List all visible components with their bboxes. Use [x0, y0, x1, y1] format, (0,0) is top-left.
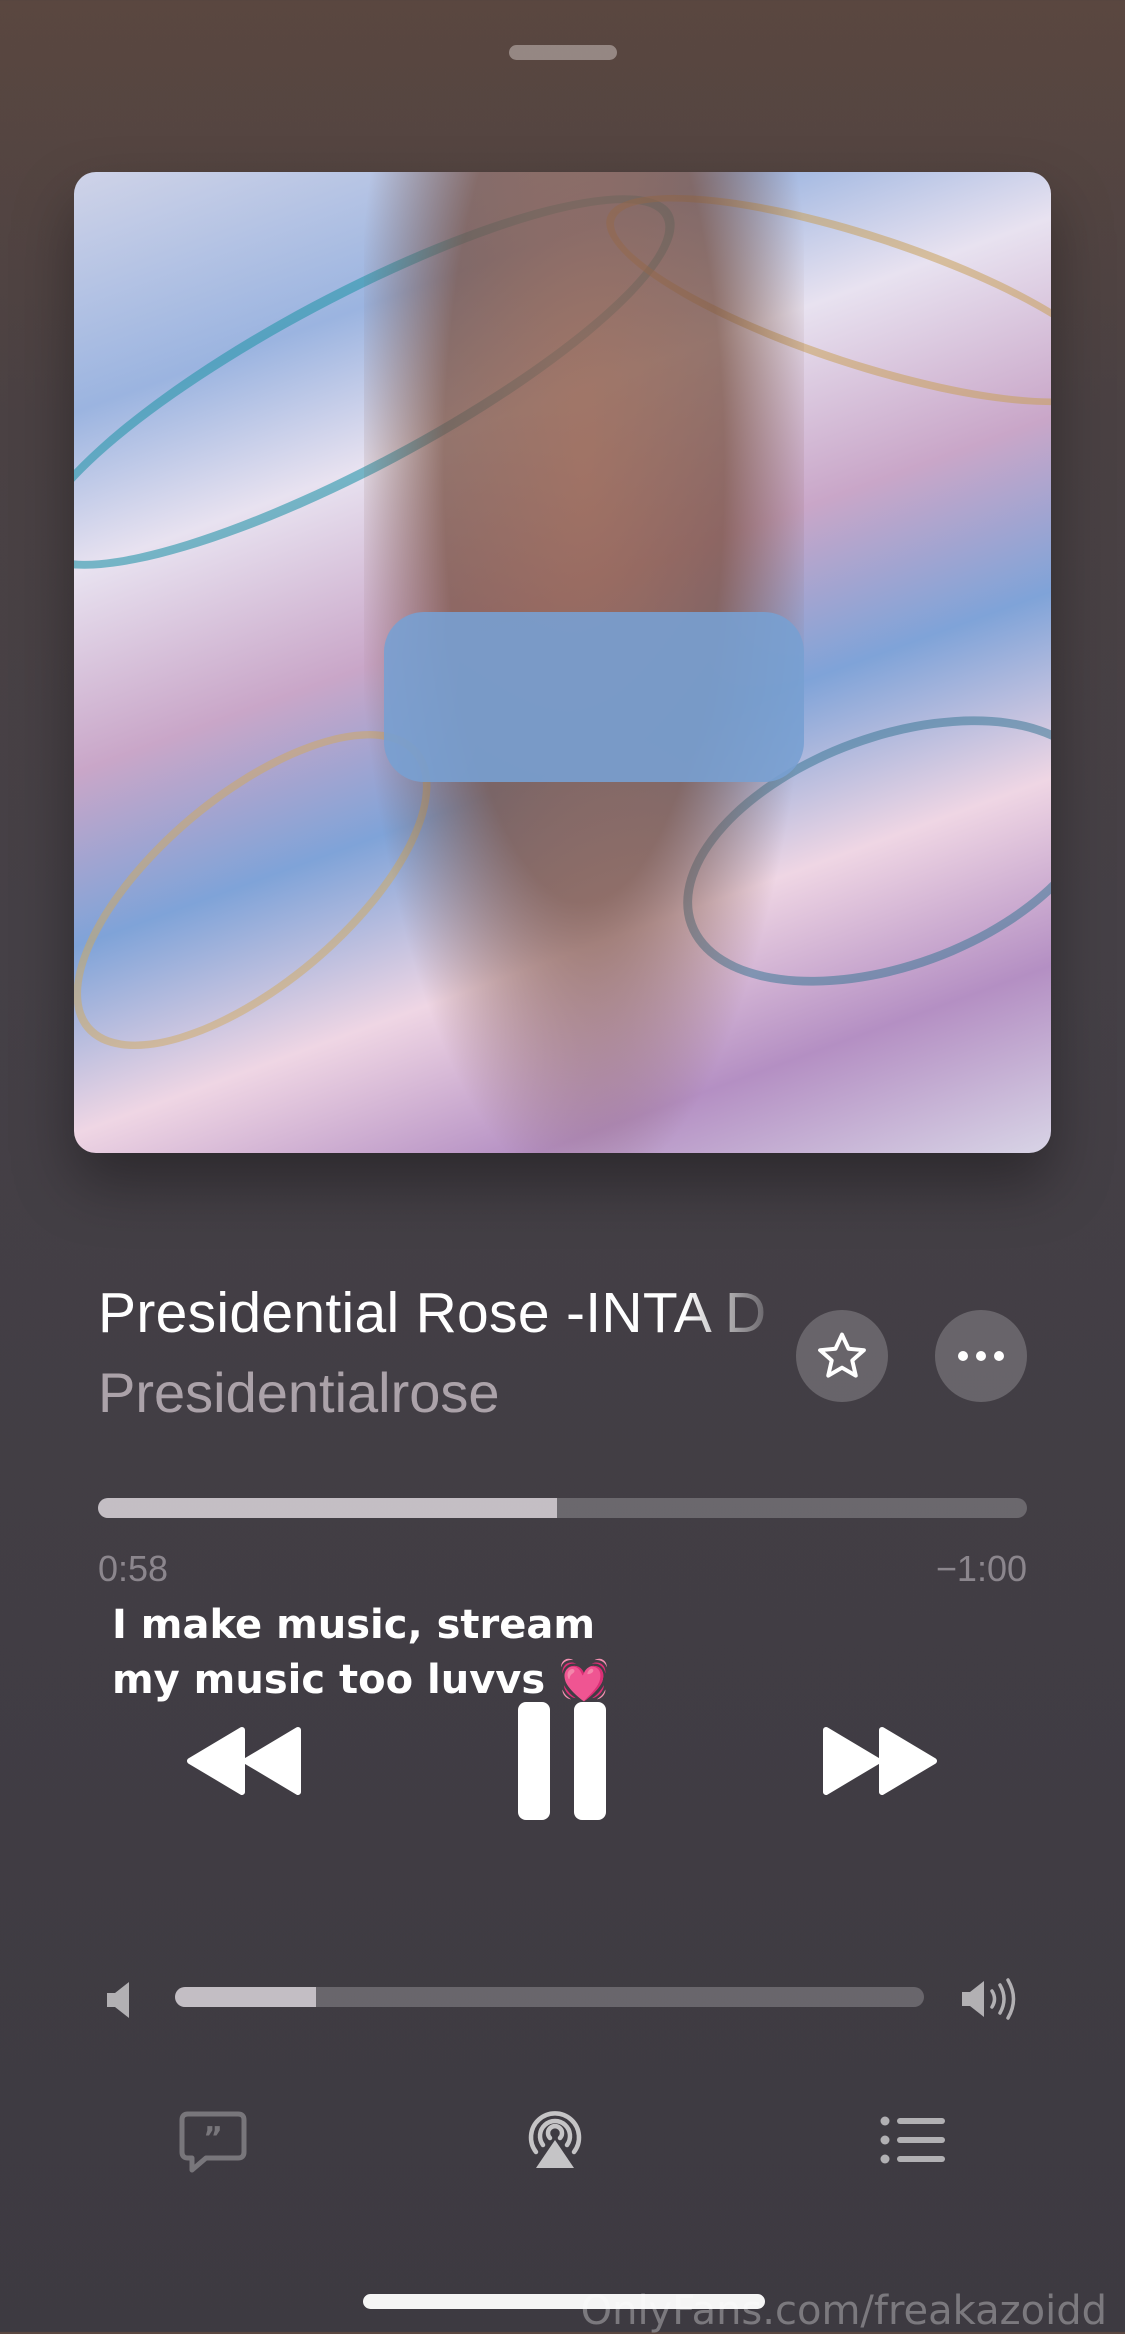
pause-icon: [518, 1702, 606, 1820]
track-title-container: Presidential Rose -INTA D: [98, 1280, 788, 1350]
queue-button[interactable]: [880, 2115, 946, 2170]
volume-slider[interactable]: [175, 1987, 924, 2007]
airplay-icon: [528, 2111, 582, 2168]
rewind-button[interactable]: [184, 1726, 304, 1801]
forward-button[interactable]: [820, 1726, 940, 1801]
forward-icon: [823, 1727, 937, 1795]
playback-scrubber[interactable]: [98, 1498, 1027, 1518]
rewind-icon: [187, 1727, 301, 1795]
caption-line-1: I make music, stream: [112, 1602, 596, 1648]
volume-min-button[interactable]: [105, 1980, 133, 2025]
star-icon: [818, 1332, 866, 1378]
volume-level-fill: [175, 1987, 316, 2007]
elapsed-time: 0:58: [98, 1548, 169, 1589]
caption-overlay: I make music, stream my music too luvvs …: [112, 1598, 609, 1708]
queue-list-icon: [880, 2116, 945, 2164]
favorite-button[interactable]: [796, 1310, 888, 1402]
svg-text:”: ”: [203, 2121, 223, 2156]
watermark: OnlyFans.com/freakazoidd: [580, 2288, 1107, 2334]
track-artist[interactable]: Presidentialrose: [98, 1360, 500, 1425]
more-options-button[interactable]: [935, 1310, 1027, 1402]
ellipsis-icon: [958, 1351, 1004, 1361]
lyrics-quote-icon: ”: [179, 2111, 247, 2173]
lyrics-button[interactable]: ”: [178, 2110, 248, 2179]
speaker-low-icon: [107, 1982, 129, 2018]
sheet-grabber[interactable]: [509, 45, 617, 60]
album-artwork: [74, 172, 1051, 1153]
volume-max-button[interactable]: [960, 1977, 1020, 2026]
speaker-high-icon: [962, 1978, 1016, 2020]
playback-progress-fill: [98, 1498, 557, 1518]
airplay-button[interactable]: [522, 2108, 588, 2175]
track-title: Presidential Rose -INTA D: [98, 1281, 767, 1345]
pause-button[interactable]: [516, 1700, 608, 1827]
remaining-time: −1:00: [935, 1548, 1027, 1589]
